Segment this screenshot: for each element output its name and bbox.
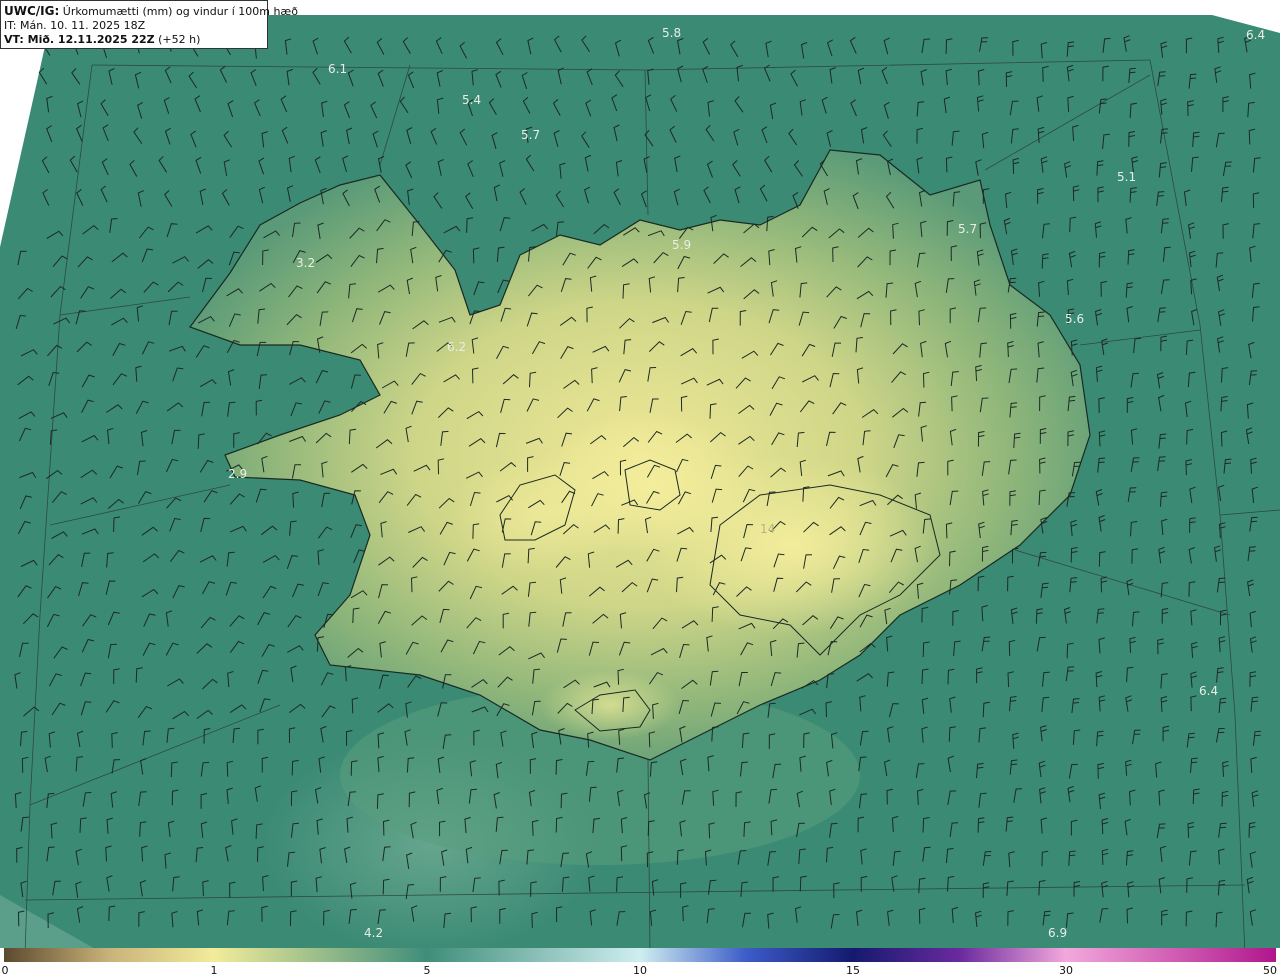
map-label: 5.1 (1117, 170, 1136, 184)
color-legend: 0 1 5 10 15 30 50 (0, 948, 1280, 978)
legend-segment (4, 948, 109, 962)
map-label: 5.9 (672, 238, 691, 252)
map-label: 4.2 (364, 926, 383, 940)
legend-segment (853, 948, 1066, 962)
map-label: 2.9 (228, 467, 247, 481)
map-label: 5.4 (462, 93, 481, 107)
legend-tick: 10 (633, 964, 647, 977)
precipitation-map: 5.8 6.4 6.1 5.4 5.7 5.1 5.7 5.9 3.2 5.6 … (0, 15, 1280, 963)
legend-tick: 5 (423, 964, 431, 977)
initial-time: IT: Mán. 10. 11. 2025 18Z (4, 19, 146, 32)
legend-segment (109, 948, 214, 962)
map-title: Úrkomumætti (mm) og vindur í 100m hæð (62, 5, 298, 18)
legend-tick: 15 (846, 964, 860, 977)
map-label: 14 (760, 522, 775, 536)
map-label: 6.1 (328, 62, 347, 76)
legend-tick: 0 (1, 964, 9, 977)
map-info-box: UWC/IG: Úrkomumætti (mm) og vindur í 100… (0, 0, 298, 49)
map-label: 5.7 (958, 222, 977, 236)
model-code: UWC/IG: (4, 4, 60, 18)
legend-segment (427, 948, 640, 962)
legend-tick: 50 (1263, 964, 1277, 977)
legend-tick: 30 (1059, 964, 1073, 977)
map-label: 6.9 (1048, 926, 1067, 940)
map-label: 5.6 (1065, 312, 1084, 326)
map-label: 5.7 (521, 128, 540, 142)
legend-segment (640, 948, 853, 962)
legend-color-bar (4, 948, 1276, 962)
map-label: 6.2 (447, 340, 466, 354)
valid-offset: (+52 h) (158, 33, 201, 46)
map-label: 5.8 (662, 26, 681, 40)
legend-tick: 1 (210, 964, 218, 977)
map-label: 6.4 (1199, 684, 1218, 698)
legend-segment (1066, 948, 1276, 962)
map-label: 6.4 (1246, 28, 1265, 42)
valid-time: VT: Mið. 12.11.2025 22Z (4, 33, 155, 46)
map-label: 3.2 (296, 256, 315, 270)
legend-segment (214, 948, 427, 962)
